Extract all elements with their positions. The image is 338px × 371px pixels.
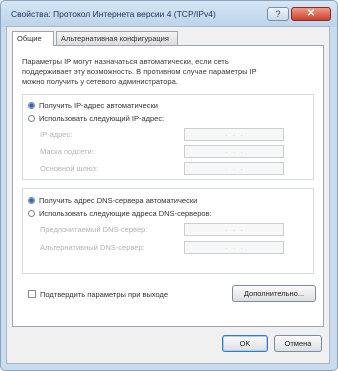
subnet-mask-label: Маска подсети:: [40, 147, 94, 156]
title-bar[interactable]: Свойства: Протокол Интернета версии 4 (T…: [1, 1, 337, 27]
subnet-mask-input[interactable]: . . .: [184, 145, 284, 158]
ip-address-input[interactable]: . . .: [184, 128, 284, 141]
preferred-dns-input[interactable]: . . .: [184, 223, 284, 236]
dns-auto-label: Получить адрес DNS-сервера автоматически: [39, 196, 198, 205]
ip-manual-label: Использовать следующий IP-адрес:: [39, 114, 165, 123]
validate-on-exit-checkbox[interactable]: Подтвердить параметры при выходе: [28, 290, 168, 300]
alternate-dns-input[interactable]: . . .: [184, 241, 284, 254]
radio-selected-icon: [28, 102, 35, 109]
help-icon: ?: [275, 9, 281, 19]
default-gateway-label: Основной шлюз:: [40, 164, 99, 173]
alternate-dns-label: Альтернативный DNS-сервер:: [40, 243, 145, 252]
ip-manual-radio[interactable]: Использовать следующий IP-адрес:: [28, 114, 164, 124]
close-button[interactable]: ✕: [291, 7, 331, 21]
ip-auto-radio[interactable]: Получить IP-адрес автоматически: [28, 101, 158, 111]
preferred-dns-label: Предпочитаемый DNS-сервер:: [40, 225, 148, 234]
dns-manual-label: Использовать следующие адреса DNS-сервер…: [39, 209, 212, 218]
tab-general[interactable]: Общие: [12, 31, 54, 46]
close-icon: ✕: [306, 8, 316, 19]
dns-auto-radio[interactable]: Получить адрес DNS-сервера автоматически: [28, 196, 197, 206]
radio-selected-icon: [28, 197, 35, 204]
window-title: Свойства: Протокол Интернета версии 4 (T…: [11, 9, 216, 19]
validate-on-exit-label: Подтвердить параметры при выходе: [40, 290, 169, 299]
default-gateway-input[interactable]: . . .: [184, 162, 284, 175]
ip-auto-label: Получить IP-адрес автоматически: [39, 101, 158, 110]
radio-unselected-icon: [28, 210, 35, 217]
intro-text: Параметры IP могут назначаться автоматич…: [22, 57, 257, 86]
ok-button[interactable]: OK: [222, 335, 268, 352]
dns-manual-radio[interactable]: Использовать следующие адреса DNS-сервер…: [28, 209, 212, 219]
radio-unselected-icon: [28, 115, 35, 122]
ip-address-label: IP-адрес:: [40, 130, 73, 139]
advanced-button[interactable]: Дополнительно...: [232, 285, 316, 302]
help-button[interactable]: ?: [267, 7, 289, 21]
tab-alternate-configuration[interactable]: Альтернативная конфигурация: [56, 31, 178, 45]
checkbox-icon: [28, 290, 36, 298]
cancel-button[interactable]: Отмена: [274, 335, 322, 352]
